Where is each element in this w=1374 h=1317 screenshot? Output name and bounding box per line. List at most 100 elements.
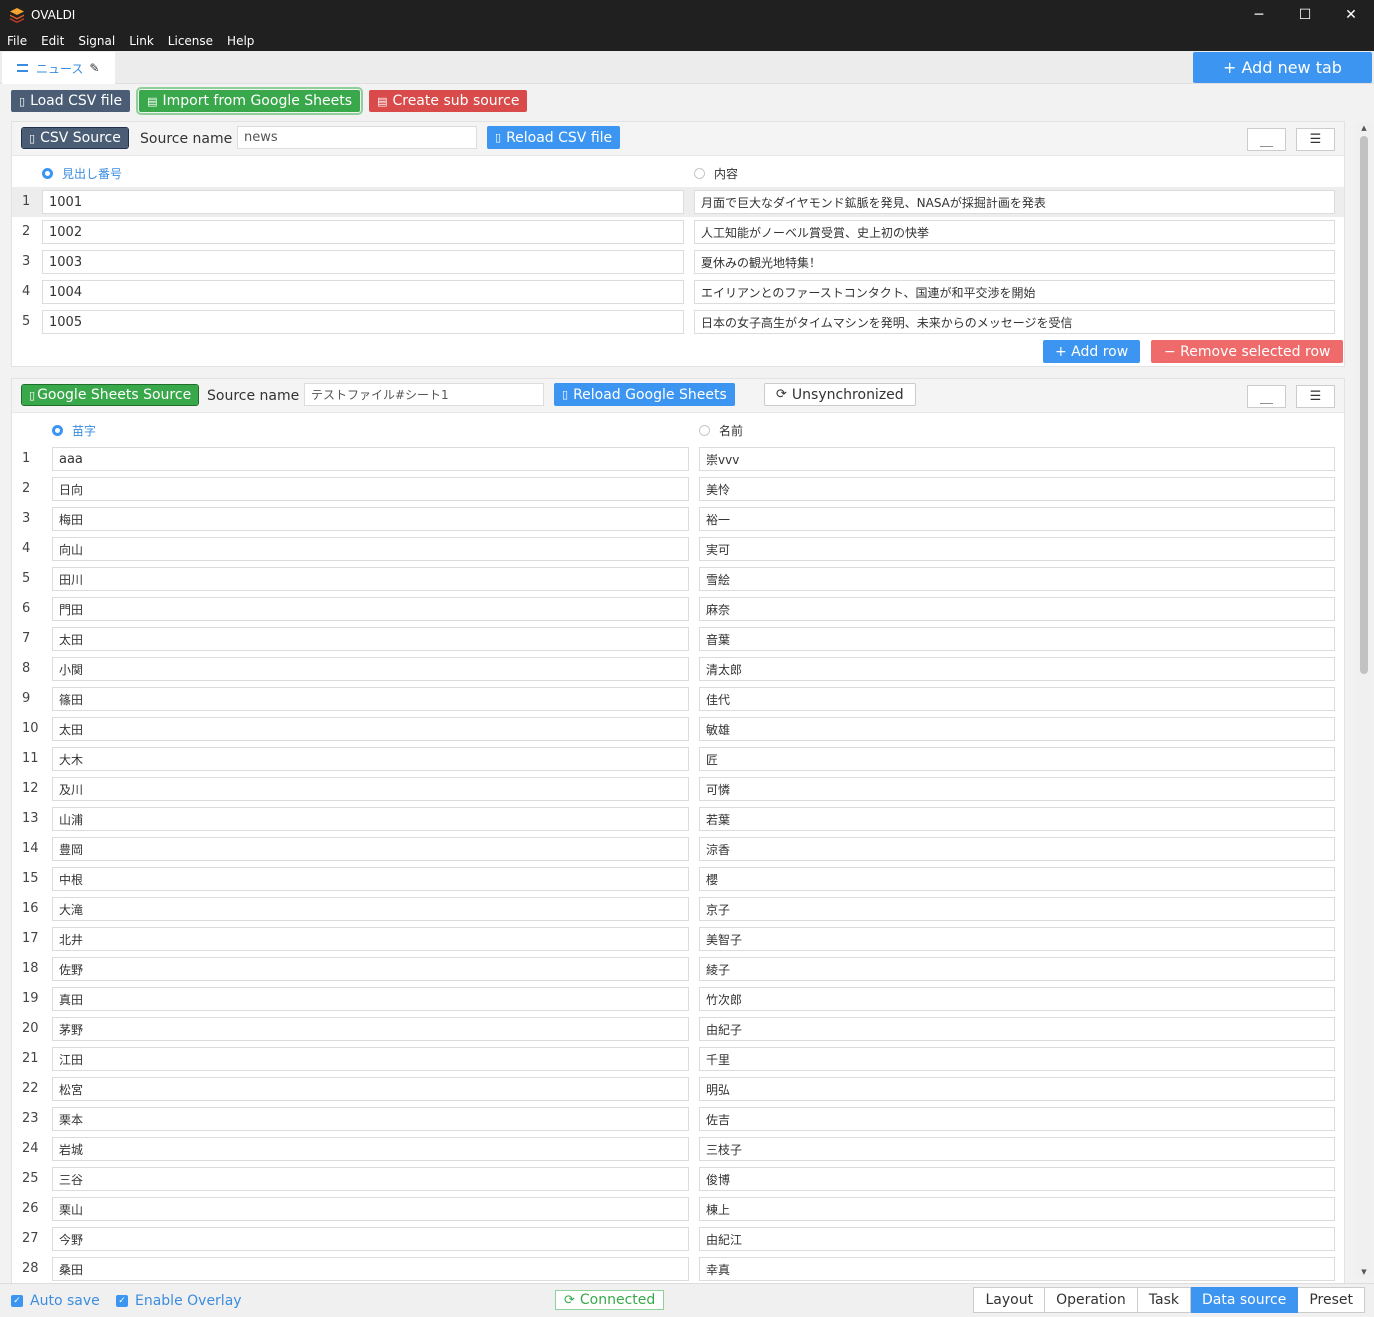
cell-input[interactable]: 三枝子	[699, 1137, 1335, 1161]
menu-edit[interactable]: Edit	[34, 34, 71, 48]
cell-input[interactable]: 中根	[52, 867, 689, 891]
radio-icon[interactable]	[694, 168, 705, 179]
nav-tab-layout[interactable]: Layout	[973, 1287, 1046, 1313]
auto-save-checkbox[interactable]: ✓ Auto save	[11, 1293, 100, 1309]
table-row[interactable]: 2 日向 美怜	[12, 474, 1344, 504]
cell-input[interactable]: 人工知能がノーベル賞受賞、史上初の快挙	[694, 220, 1335, 244]
table-row[interactable]: 12 及川 可憐	[12, 774, 1344, 804]
gs-column-header-2[interactable]: 名前	[699, 422, 743, 439]
cell-input[interactable]: aaa	[52, 447, 689, 471]
cell-input[interactable]: 日向	[52, 477, 689, 501]
table-row[interactable]: 3 1003 夏休みの観光地特集！	[12, 247, 1344, 277]
table-row[interactable]: 5 1005 日本の女子高生がタイムマシンを発明、未来からのメッセージを受信	[12, 307, 1344, 337]
cell-input[interactable]: 美智子	[699, 927, 1335, 951]
gs-source-name-input[interactable]: テストファイル#シート1	[304, 383, 544, 406]
table-row[interactable]: 2 1002 人工知能がノーベル賞受賞、史上初の快挙	[12, 217, 1344, 247]
radio-selected-icon[interactable]	[52, 425, 63, 436]
cell-input[interactable]: 可憐	[699, 777, 1335, 801]
reload-google-sheets-button[interactable]: ▯ Reload Google Sheets	[554, 383, 735, 406]
table-row[interactable]: 28 桑田 幸真	[12, 1254, 1344, 1283]
cell-input[interactable]: 大木	[52, 747, 689, 771]
maximize-button[interactable]: ☐	[1282, 0, 1328, 30]
collapse-panel-button[interactable]: ＿	[1247, 128, 1286, 151]
table-row[interactable]: 15 中根櫻	[12, 864, 1344, 894]
table-row[interactable]: 14 豊岡 涼香	[12, 834, 1344, 864]
collapse-panel-button[interactable]: ＿	[1247, 385, 1286, 408]
cell-input[interactable]: 小関	[52, 657, 689, 681]
menu-link[interactable]: Link	[122, 34, 161, 48]
remove-selected-row-button[interactable]: − Remove selected row	[1151, 340, 1344, 363]
cell-input[interactable]: 日本の女子高生がタイムマシンを発明、未来からのメッセージを受信	[694, 310, 1335, 334]
cell-input[interactable]: 山浦	[52, 807, 689, 831]
nav-tab-task[interactable]: Task	[1137, 1287, 1191, 1313]
cell-input[interactable]: 1003	[42, 250, 684, 274]
cell-input[interactable]: 1001	[42, 190, 684, 214]
cell-input[interactable]: 美怜	[699, 477, 1335, 501]
menu-file[interactable]: File	[0, 34, 34, 48]
table-row[interactable]: 25 三谷 俊博	[12, 1164, 1344, 1194]
cell-input[interactable]: 敏雄	[699, 717, 1335, 741]
cell-input[interactable]: 幸真	[699, 1257, 1335, 1281]
cell-input[interactable]: 太田	[52, 627, 689, 651]
cell-input[interactable]: 門田	[52, 597, 689, 621]
cell-input[interactable]: 夏休みの観光地特集！	[694, 250, 1335, 274]
cell-input[interactable]: 篠田	[52, 687, 689, 711]
scroll-thumb[interactable]	[1360, 136, 1368, 674]
cell-input[interactable]: 雪絵	[699, 567, 1335, 591]
cell-input[interactable]: 松宮	[52, 1077, 689, 1101]
import-google-sheets-button[interactable]: ▤ Import from Google Sheets	[136, 87, 364, 115]
sync-status-button[interactable]: ⟳ Unsynchronized	[764, 383, 916, 406]
cell-input[interactable]: 真田	[52, 987, 689, 1011]
cell-input[interactable]: 由紀江	[699, 1227, 1335, 1251]
table-row[interactable]: 20 茅野 由紀子	[12, 1014, 1344, 1044]
cell-input[interactable]: 梅田	[52, 507, 689, 531]
add-new-tab-button[interactable]: + Add new tab	[1193, 52, 1372, 83]
checkbox-checked-icon[interactable]: ✓	[11, 1295, 23, 1307]
cell-input[interactable]: 月面で巨大なダイヤモンド鉱脈を発見、NASAが採掘計画を発表	[694, 190, 1335, 214]
cell-input[interactable]: 1002	[42, 220, 684, 244]
cell-input[interactable]: 太田	[52, 717, 689, 741]
add-row-button[interactable]: + Add row	[1043, 340, 1141, 363]
table-row[interactable]: 1 aaa 崇vvv	[12, 444, 1344, 474]
cell-input[interactable]: 裕一	[699, 507, 1335, 531]
table-row[interactable]: 24 岩城 三枝子	[12, 1134, 1344, 1164]
table-row[interactable]: 7 太田 音葉	[12, 624, 1344, 654]
table-row[interactable]: 8 小関 清太郎	[12, 654, 1344, 684]
panel-menu-button[interactable]: ☰	[1296, 128, 1335, 151]
cell-input[interactable]: 北井	[52, 927, 689, 951]
nav-tab-operation[interactable]: Operation	[1045, 1287, 1138, 1313]
table-row[interactable]: 19 真田 竹次郎	[12, 984, 1344, 1014]
cell-input[interactable]: 豊岡	[52, 837, 689, 861]
cell-input[interactable]: 及川	[52, 777, 689, 801]
minimize-button[interactable]: ─	[1236, 0, 1282, 30]
table-row[interactable]: 17 北井 美智子	[12, 924, 1344, 954]
cell-input[interactable]: 由紀子	[699, 1017, 1335, 1041]
cell-input[interactable]: エイリアンとのファーストコンタクト、国連が和平交渉を開始	[694, 280, 1335, 304]
table-row[interactable]: 23 栗本 佐吉	[12, 1104, 1344, 1134]
menu-help[interactable]: Help	[220, 34, 261, 48]
table-row[interactable]: 13 山浦 若葉	[12, 804, 1344, 834]
table-row[interactable]: 4 向山 実可	[12, 534, 1344, 564]
reload-csv-button[interactable]: ▯ Reload CSV file	[487, 126, 621, 149]
cell-input[interactable]: 田川	[52, 567, 689, 591]
cell-input[interactable]: 江田	[52, 1047, 689, 1071]
cell-input[interactable]: 匠	[699, 747, 1335, 771]
cell-input[interactable]: 佐吉	[699, 1107, 1335, 1131]
cell-input[interactable]: 茅野	[52, 1017, 689, 1041]
tab-news[interactable]: ニュース ✎	[2, 52, 115, 84]
table-row[interactable]: 10 太田 敏雄	[12, 714, 1344, 744]
table-row[interactable]: 3 梅田 裕一	[12, 504, 1344, 534]
csv-column-header-1[interactable]: 見出し番号	[42, 165, 122, 182]
cell-input[interactable]: 1005	[42, 310, 684, 334]
cell-input[interactable]: 俊博	[699, 1167, 1335, 1191]
table-row[interactable]: 27 今野 由紀江	[12, 1224, 1344, 1254]
cell-input[interactable]: 佐野	[52, 957, 689, 981]
cell-input[interactable]: 涼香	[699, 837, 1335, 861]
cell-input[interactable]: 実可	[699, 537, 1335, 561]
cell-input[interactable]: 大滝	[52, 897, 689, 921]
cell-input[interactable]: 向山	[52, 537, 689, 561]
cell-input[interactable]: 1004	[42, 280, 684, 304]
cell-input[interactable]: 今野	[52, 1227, 689, 1251]
radio-selected-icon[interactable]	[42, 168, 53, 179]
csv-source-name-input[interactable]: news	[237, 126, 477, 149]
